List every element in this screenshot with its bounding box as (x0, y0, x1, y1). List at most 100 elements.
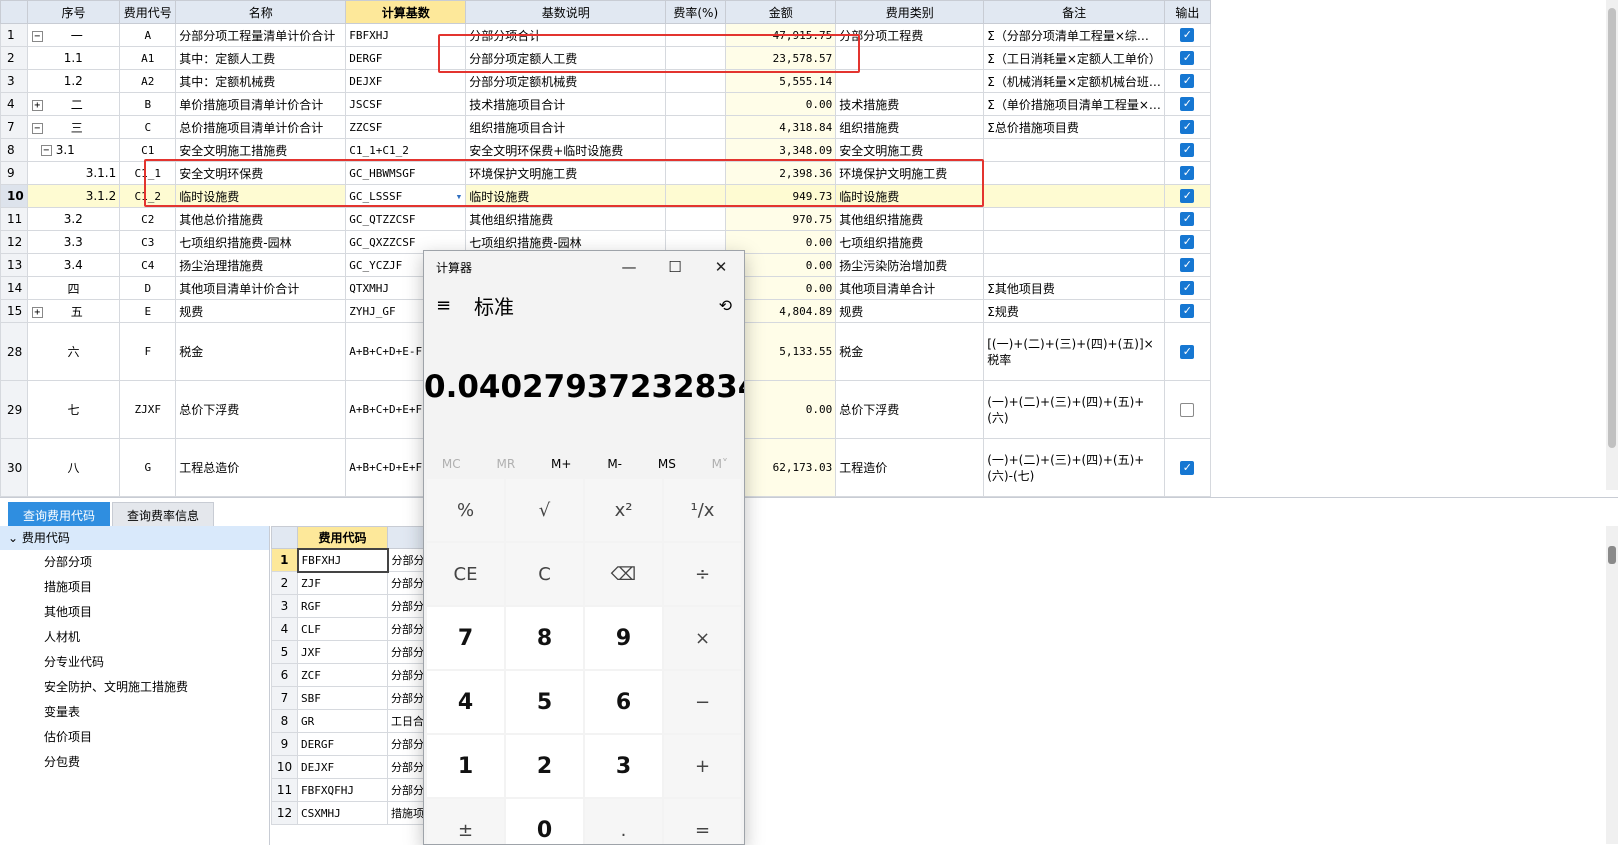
cell-code[interactable]: ZJXF (119, 380, 177, 439)
cell-code[interactable]: F (119, 322, 177, 381)
cell-name[interactable]: 其中：定额机械费 (175, 69, 347, 93)
cell-output[interactable]: ✓ (1163, 438, 1211, 497)
output-checkbox[interactable]: ✓ (1180, 74, 1195, 89)
digit-2-button[interactable]: 2 (506, 735, 583, 797)
m-minus-button[interactable]: M- (607, 457, 622, 471)
code-row-number[interactable]: 10 (271, 755, 298, 779)
clear-entry-button[interactable]: CE (427, 543, 504, 605)
code-desc[interactable]: 分部分 (387, 594, 429, 618)
cell-amount[interactable]: 949.73 (725, 184, 837, 208)
code-desc[interactable]: 分部分 (387, 617, 429, 641)
cell-base[interactable]: FBFXHJ (345, 23, 467, 47)
cell-output[interactable]: ✓ (1163, 23, 1211, 47)
expand-icon[interactable]: + (31, 99, 43, 111)
code-desc[interactable]: 分部分 (387, 663, 429, 687)
row-number[interactable]: 10 (0, 184, 28, 208)
cell-note[interactable]: [(一)+(二)+(三)+(四)+(五)]×税率 (983, 322, 1165, 381)
code-value[interactable]: RGF (297, 594, 388, 618)
table-row[interactable]: 8−3.1 C1 安全文明施工措施费 C1_1+C1_2 安全文明环保费+临时设施费 3,… (0, 138, 1211, 162)
cell-name[interactable]: 工程总造价 (175, 438, 347, 497)
equals-button[interactable]: = (664, 799, 741, 844)
cell-seq[interactable]: 六 (26, 322, 121, 381)
close-icon[interactable]: ✕ (698, 251, 744, 283)
cell-category[interactable]: 七项组织措施费 (835, 230, 985, 254)
output-checkbox[interactable]: ✓ (1180, 281, 1195, 296)
cell-base-desc[interactable]: 其他组织措施费 (465, 207, 667, 231)
tree-item[interactable]: 措施项目 (0, 575, 269, 600)
mr-button[interactable]: MR (497, 457, 516, 471)
cell-seq[interactable]: 七 (26, 380, 121, 439)
output-checkbox[interactable]: ✓ (1180, 51, 1195, 66)
cell-base-desc[interactable]: 分部分项合计 (465, 23, 667, 47)
table-row[interactable]: 11 3.2 C2 其他总价措施费 GC_QTZZCSF 其他组织措施费 970.75 其他组… (0, 207, 1211, 231)
mc-button[interactable]: MC (442, 457, 461, 471)
cell-amount[interactable]: 0.00 (725, 92, 837, 116)
cell-note[interactable]: Σ（单价措施项目清单工程量×… (983, 92, 1165, 116)
code-value[interactable]: CSXMHJ (297, 801, 388, 825)
code-row[interactable]: 7 SBF 分部分 (271, 686, 429, 710)
history-icon[interactable]: ⟲ (719, 296, 732, 315)
cell-base-desc[interactable]: 环境保护文明施工费 (465, 161, 667, 185)
cell-code[interactable]: B (119, 92, 177, 116)
cell-seq[interactable]: 3.3 (26, 230, 121, 254)
code-desc[interactable]: 分部分 (387, 640, 429, 664)
code-row-number[interactable]: 12 (271, 801, 298, 825)
cell-code[interactable]: C3 (119, 230, 177, 254)
cell-seq[interactable]: 1.2 (26, 69, 121, 93)
cell-category[interactable]: 税金 (835, 322, 985, 381)
header-note[interactable]: 备注 (983, 0, 1165, 24)
cell-rate[interactable] (665, 138, 727, 162)
code-desc[interactable]: 分部分 (387, 548, 429, 572)
code-header-code[interactable]: 费用代码 (297, 526, 388, 549)
cell-code[interactable]: G (119, 438, 177, 497)
code-desc[interactable]: 分部分 (387, 732, 429, 756)
cell-category[interactable] (835, 69, 985, 93)
cell-code[interactable]: C1_1 (119, 161, 177, 185)
cell-category[interactable] (835, 46, 985, 70)
header-base[interactable]: 计算基数 (345, 0, 467, 24)
cell-name[interactable]: 临时设施费 (175, 184, 347, 208)
cell-amount[interactable]: 23,578.57 (725, 46, 837, 70)
cell-output[interactable]: ✓ (1163, 138, 1211, 162)
cell-category[interactable]: 工程造价 (835, 438, 985, 497)
cell-category[interactable]: 规费 (835, 299, 985, 323)
digit-6-button[interactable]: 6 (585, 671, 662, 733)
output-checkbox[interactable] (1180, 402, 1195, 417)
cell-code[interactable]: E (119, 299, 177, 323)
code-value[interactable]: GR (297, 709, 388, 733)
divide-button[interactable]: ÷ (664, 543, 741, 605)
backspace-button[interactable]: ⌫ (585, 543, 662, 605)
code-row[interactable]: 3 RGF 分部分 (271, 594, 429, 618)
cell-seq[interactable]: 3.2 (26, 207, 121, 231)
cell-note[interactable] (983, 161, 1165, 185)
output-checkbox[interactable]: ✓ (1180, 189, 1195, 204)
table-row[interactable]: 9 3.1.1 C1_1 安全文明环保费 GC_HBWMSGF 环境保护文明施工费 2,39… (0, 161, 1211, 185)
cell-note[interactable]: Σ（分部分项清单工程量×综… (983, 23, 1165, 47)
cell-name[interactable]: 其中：定额人工费 (175, 46, 347, 70)
code-panel-scrollbar[interactable] (1606, 526, 1618, 844)
code-value[interactable]: CLF (297, 617, 388, 641)
code-row-number[interactable]: 8 (271, 709, 298, 733)
row-number[interactable]: 2 (0, 46, 28, 70)
row-number[interactable]: 13 (0, 253, 28, 277)
digit-0-button[interactable]: 0 (506, 799, 583, 844)
multiply-button[interactable]: × (664, 607, 741, 669)
digit-1-button[interactable]: 1 (427, 735, 504, 797)
cell-seq[interactable]: 八 (26, 438, 121, 497)
cell-name[interactable]: 税金 (175, 322, 347, 381)
cell-name[interactable]: 其他项目清单计价合计 (175, 276, 347, 300)
row-number[interactable]: 1 (0, 23, 28, 47)
row-number[interactable]: 15 (0, 299, 28, 323)
cell-base[interactable]: DEJXF (345, 69, 467, 93)
cell-seq[interactable]: 四 (26, 276, 121, 300)
tree-item[interactable]: 人材机 (0, 625, 269, 650)
cell-seq[interactable]: 3.4 (26, 253, 121, 277)
cell-output[interactable]: ✓ (1163, 161, 1211, 185)
table-row[interactable]: 2 1.1 A1 其中：定额人工费 DERGF 分部分项定额人工费 23,578.57 Σ（工… (0, 46, 1211, 70)
tree-item[interactable]: 安全防护、文明施工措施费 (0, 675, 269, 700)
cell-rate[interactable] (665, 92, 727, 116)
cell-note[interactable]: Σ其他项目费 (983, 276, 1165, 300)
cell-code[interactable]: C (119, 115, 177, 139)
cell-code[interactable]: A2 (119, 69, 177, 93)
cell-category[interactable]: 安全文明施工费 (835, 138, 985, 162)
